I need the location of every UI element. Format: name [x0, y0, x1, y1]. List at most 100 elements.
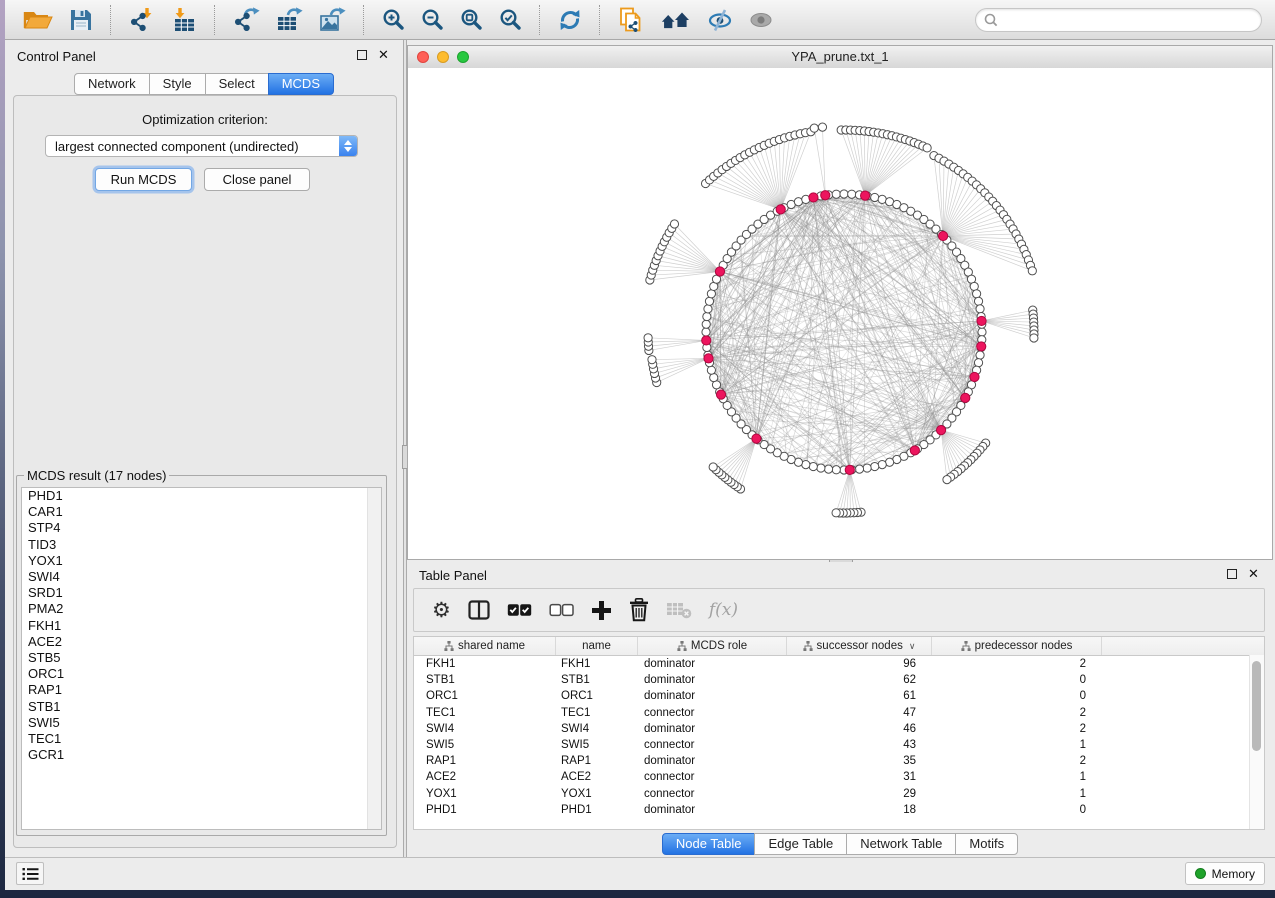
- memory-button[interactable]: Memory: [1185, 862, 1265, 885]
- graph-node[interactable]: [863, 464, 871, 472]
- zoom-out-button[interactable]: [416, 3, 449, 37]
- graph-node[interactable]: [648, 356, 656, 364]
- list-item[interactable]: PMA2: [22, 601, 381, 617]
- graph-node[interactable]: [704, 305, 712, 313]
- optimization-select[interactable]: largest connected component (undirected): [45, 135, 358, 157]
- list-item[interactable]: ORC1: [22, 666, 381, 682]
- graph-node[interactable]: [871, 193, 879, 201]
- zoom-fit-button[interactable]: [455, 3, 488, 37]
- graph-node-dominator[interactable]: [861, 191, 870, 200]
- graph-node[interactable]: [923, 144, 931, 152]
- list-item[interactable]: STP4: [22, 520, 381, 536]
- tab-select[interactable]: Select: [205, 73, 269, 95]
- graph-node[interactable]: [878, 461, 886, 469]
- graph-node-dominator[interactable]: [776, 205, 785, 214]
- graph-node[interactable]: [976, 351, 984, 359]
- table-row[interactable]: FKH1FKH1dominator962: [414, 656, 1264, 672]
- task-history-button[interactable]: [16, 862, 44, 885]
- close-table-panel-icon[interactable]: ✕: [1248, 569, 1258, 579]
- graph-node[interactable]: [871, 462, 879, 470]
- open-file-button[interactable]: [18, 3, 58, 37]
- graph-node-dominator[interactable]: [821, 191, 830, 200]
- graph-node[interactable]: [670, 220, 678, 228]
- graph-node[interactable]: [702, 328, 710, 336]
- graph-node[interactable]: [817, 464, 825, 472]
- export-network-button[interactable]: [228, 3, 265, 37]
- list-item[interactable]: RAP1: [22, 682, 381, 698]
- maximize-window-icon[interactable]: [457, 51, 469, 63]
- graph-node[interactable]: [974, 297, 982, 305]
- minimize-window-icon[interactable]: [437, 51, 449, 63]
- clone-network-button[interactable]: [613, 3, 650, 37]
- tab-network[interactable]: Network: [74, 73, 150, 95]
- network-canvas[interactable]: [408, 68, 1272, 559]
- graph-node[interactable]: [832, 190, 840, 198]
- graph-node-dominator[interactable]: [977, 342, 986, 351]
- graph-node[interactable]: [644, 334, 652, 342]
- search-input[interactable]: [999, 10, 1261, 30]
- table-row[interactable]: ORC1ORC1dominator610: [414, 688, 1264, 704]
- graph-node[interactable]: [709, 463, 717, 471]
- table-row[interactable]: TEC1TEC1connector472: [414, 705, 1264, 721]
- export-table-button[interactable]: [271, 3, 308, 37]
- tab-edge-table[interactable]: Edge Table: [754, 833, 847, 855]
- graph-node-dominator[interactable]: [716, 390, 725, 399]
- graph-node-dominator[interactable]: [752, 434, 761, 443]
- close-panel-button[interactable]: Close panel: [204, 168, 310, 191]
- delete-table-button[interactable]: [666, 601, 692, 619]
- graph-node[interactable]: [974, 359, 982, 367]
- select-all-button[interactable]: [507, 603, 532, 617]
- graph-node-dominator[interactable]: [702, 336, 711, 345]
- graph-node[interactable]: [810, 124, 818, 132]
- search-box[interactable]: [975, 8, 1262, 32]
- delete-columns-button[interactable]: [629, 598, 649, 622]
- close-panel-icon[interactable]: ✕: [378, 50, 388, 60]
- column-header[interactable]: name: [556, 637, 638, 655]
- graph-node[interactable]: [848, 190, 856, 198]
- list-scrollbar[interactable]: [367, 488, 381, 829]
- graph-node[interactable]: [976, 305, 984, 313]
- graph-node-dominator[interactable]: [977, 316, 986, 325]
- column-header[interactable]: predecessor nodes: [932, 637, 1102, 655]
- list-item[interactable]: PHD1: [22, 488, 381, 504]
- graph-node[interactable]: [703, 312, 711, 320]
- graph-node[interactable]: [832, 509, 840, 517]
- list-item[interactable]: YOX1: [22, 553, 381, 569]
- list-item[interactable]: FKH1: [22, 618, 381, 634]
- graph-node-dominator[interactable]: [961, 393, 970, 402]
- save-session-button[interactable]: [64, 3, 98, 37]
- tab-style[interactable]: Style: [149, 73, 206, 95]
- deselect-all-button[interactable]: [549, 603, 574, 617]
- graph-node-dominator[interactable]: [809, 193, 818, 202]
- refresh-layout-button[interactable]: [553, 3, 587, 37]
- show-columns-button[interactable]: [468, 600, 490, 620]
- zoom-in-button[interactable]: [377, 3, 410, 37]
- column-header[interactable]: shared name: [414, 637, 556, 655]
- table-row[interactable]: YOX1YOX1connector291: [414, 786, 1264, 802]
- float-panel-icon[interactable]: [357, 50, 367, 60]
- graph-node-dominator[interactable]: [715, 267, 724, 276]
- graph-node-dominator[interactable]: [970, 372, 979, 381]
- network-titlebar[interactable]: YPA_prune.txt_1: [408, 46, 1272, 69]
- graph-node[interactable]: [855, 465, 863, 473]
- list-item[interactable]: ACE2: [22, 634, 381, 650]
- graph-node[interactable]: [943, 476, 951, 484]
- table-row[interactable]: ACE2ACE2connector311: [414, 769, 1264, 785]
- list-item[interactable]: GCR1: [22, 747, 381, 763]
- list-item[interactable]: SWI5: [22, 715, 381, 731]
- graph-node[interactable]: [1028, 267, 1036, 275]
- sort-descending-icon[interactable]: ∨: [909, 641, 916, 652]
- zoom-selected-button[interactable]: [494, 3, 527, 37]
- column-header[interactable]: successor nodes∨: [787, 637, 932, 655]
- settings-gear-button[interactable]: ⚙: [432, 600, 451, 621]
- table-row[interactable]: SWI4SWI4dominator462: [414, 721, 1264, 737]
- list-item[interactable]: TEC1: [22, 731, 381, 747]
- graph-node[interactable]: [840, 190, 848, 198]
- graph-node[interactable]: [832, 466, 840, 474]
- export-image-button[interactable]: [314, 3, 351, 37]
- show-all-button[interactable]: [744, 3, 778, 37]
- graph-node[interactable]: [1030, 334, 1038, 342]
- table-row[interactable]: STB1STB1dominator620: [414, 672, 1264, 688]
- list-item[interactable]: TID3: [22, 537, 381, 553]
- tab-node-table[interactable]: Node Table: [662, 833, 756, 855]
